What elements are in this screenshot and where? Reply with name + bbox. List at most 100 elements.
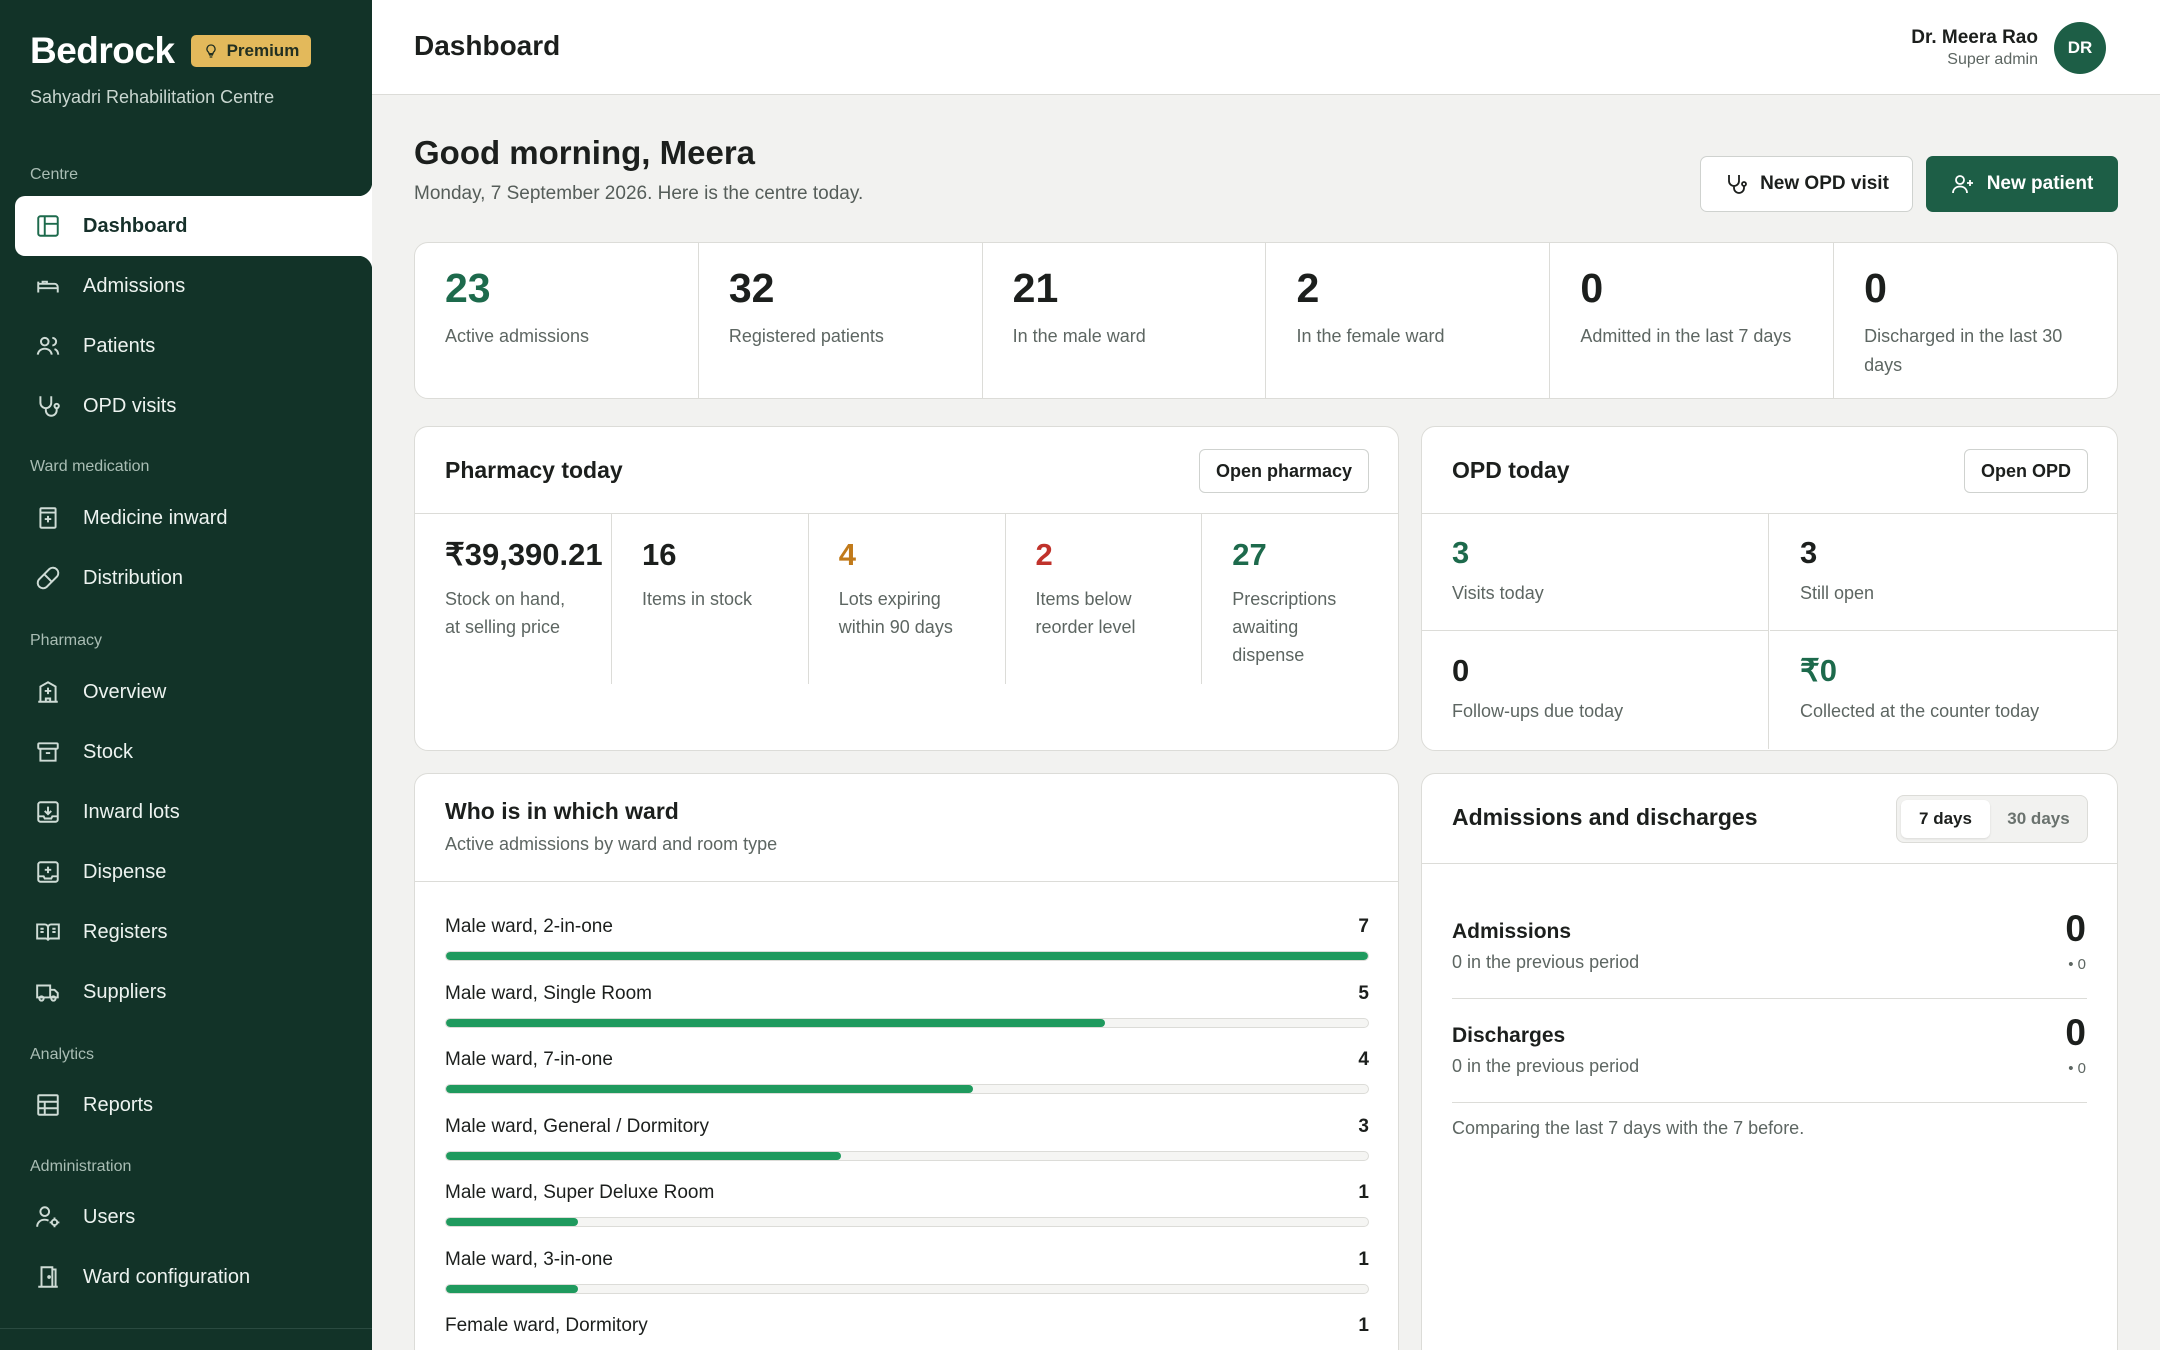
metric-label: Visits today [1452,583,1544,603]
ward-count: 5 [1358,982,1369,1004]
ad-label: Discharges [1452,1024,1566,1047]
sidebar-item-distribution[interactable]: Distribution [15,548,372,608]
ward-row: Male ward, 3-in-one 1 [445,1249,1369,1294]
sidebar-item-opd-visits[interactable]: OPD visits [15,376,372,436]
ad-delta: • 0 [2068,956,2086,973]
new-opd-visit-label: New OPD visit [1760,173,1889,194]
pharmacy-metric: 27 Prescriptions awaiting dispense [1202,513,1398,684]
sidebar-item-label: Registers [83,920,168,943]
sidebar-item-patients[interactable]: Patients [15,316,372,376]
greeting-title: Good morning, Meera [414,134,756,171]
ward-row: Male ward, 2-in-one 7 [445,916,1369,961]
sidebar-item-dashboard[interactable]: Dashboard [15,182,372,270]
stat-label: In the female ward [1296,326,1445,346]
medicine-box-icon [39,507,57,529]
ward-bar-fill [446,1085,973,1093]
centre-name: Sahyadri Rehabilitation Centre [30,87,275,107]
ad-value: 0 [2065,908,2086,949]
sidebar-item-label: Inward lots [83,800,180,823]
toggle-7-days[interactable]: 7 days [1901,800,1990,838]
pharmacy-metric: 2 Items below reorder level [1006,513,1203,684]
sidebar-item-admissions[interactable]: Admissions [15,256,372,316]
user-role: Super admin [1947,51,2038,68]
avatar[interactable]: DR [2054,22,2106,74]
stat-value: 2 [1296,265,1320,311]
user-info: Dr. Meera Rao Super admin [1911,27,2038,69]
sidebar-item-inward-lots[interactable]: Inward lots [15,782,372,842]
bed-icon [37,280,59,293]
ward-count: 3 [1358,1115,1369,1137]
ward-row-header: Male ward, 2-in-one 7 [445,916,1369,938]
open-pharmacy-button[interactable]: Open pharmacy [1199,449,1369,493]
ward-title: Who is in which ward [445,798,679,824]
tray-download-icon [37,801,59,823]
ward-row-header: Male ward, Single Room 5 [445,983,1369,1005]
sidebar-item-label: Reports [83,1093,154,1116]
premium-label: Premium [226,41,300,60]
toggle-30-days[interactable]: 30 days [1994,800,2083,838]
opd-metric: 3 Still open [1770,513,2117,631]
nav-section-centre: Centre [30,166,79,183]
sidebar-item-label: Overview [83,680,167,703]
metric-label: Follow-ups due today [1452,701,1624,721]
sidebar-item-medicine-inward[interactable]: Medicine inward [15,488,372,548]
ward-bar-track [445,1283,1369,1294]
sidebar-item-registers[interactable]: Registers [15,902,372,962]
metric-value: 3 [1452,535,1470,570]
dispense-icon [37,861,59,883]
new-patient-button[interactable]: New patient [1926,156,2118,212]
topbar: Dashboard Dr. Meera Rao Super admin DR [372,0,2160,95]
ad-delta: • 0 [2068,1060,2086,1077]
ward-label: Male ward, 2-in-one [445,916,613,937]
open-opd-button[interactable]: Open OPD [1964,449,2088,493]
stat-card: 23 Active admissions [415,243,699,398]
ward-row: Male ward, Super Deluxe Room 1 [445,1182,1369,1227]
table-icon [37,1094,59,1116]
ward-bar-track [445,1017,1369,1028]
sidebar-item-label: Stock [83,740,134,763]
pharmacy-card: Pharmacy today Open pharmacy ₹39,390.21 … [414,426,1399,751]
metric-value: ₹0 [1800,653,1837,688]
ward-row-header: Male ward, 7-in-one 4 [445,1049,1369,1071]
page-title: Dashboard [414,30,561,61]
sidebar-item-label: Dashboard [83,214,188,237]
ward-row: Male ward, 7-in-one 4 [445,1049,1369,1094]
user-cog-icon [36,1206,60,1228]
sidebar-item-ward-configuration[interactable]: Ward configuration [15,1247,372,1307]
user-menu[interactable]: Dr. Meera Rao Super admin DR [1911,22,2106,74]
sidebar-item-overview[interactable]: Overview [15,662,372,722]
opd-metric: 0 Follow-ups due today [1422,631,1769,749]
stat-card: 0 Discharged in the last 30 days [1834,243,2117,398]
brand: Bedrock Premium [30,30,312,72]
pill-icon [36,566,60,590]
divider [415,881,1398,882]
opd-metric: 3 Visits today [1422,513,1769,631]
sidebar-item-label: Dispense [83,860,167,883]
ward-label: Female ward, Dormitory [445,1315,648,1336]
user-name: Dr. Meera Rao [1911,27,2038,48]
sidebar-item-reports[interactable]: Reports [15,1075,372,1135]
ward-bar-fill [446,1218,578,1226]
metric-label: Stock on hand, at selling price [445,589,566,637]
stat-value: 23 [445,265,491,311]
sidebar-item-stock[interactable]: Stock [15,722,372,782]
book-open-icon [36,923,60,941]
sidebar-item-label: Admissions [83,274,186,297]
ward-row: Female ward, Dormitory 1 [445,1315,1369,1350]
sidebar-item-users[interactable]: Users [15,1187,372,1247]
sidebar-item-dispense[interactable]: Dispense [15,842,372,902]
sidebar-item-suppliers[interactable]: Suppliers [15,962,372,1022]
ward-count: 1 [1358,1182,1369,1203]
sidebar-item-label: Distribution [83,566,184,589]
layout-icon [37,215,59,237]
ward-row: Male ward, General / Dormitory 3 [445,1116,1369,1161]
new-opd-visit-button[interactable]: New OPD visit [1700,156,1913,212]
sidebar-item-label: Ward configuration [83,1265,251,1288]
truck-icon [36,984,59,1002]
stethoscope-icon [39,396,60,417]
sidebar-item-label: Users [83,1205,136,1228]
ward-row-header: Male ward, Super Deluxe Room 1 [445,1182,1369,1204]
nav-section-administration: Administration [30,1158,132,1175]
ad-title: Admissions and discharges [1452,804,1758,830]
premium-badge: Premium [190,35,312,67]
